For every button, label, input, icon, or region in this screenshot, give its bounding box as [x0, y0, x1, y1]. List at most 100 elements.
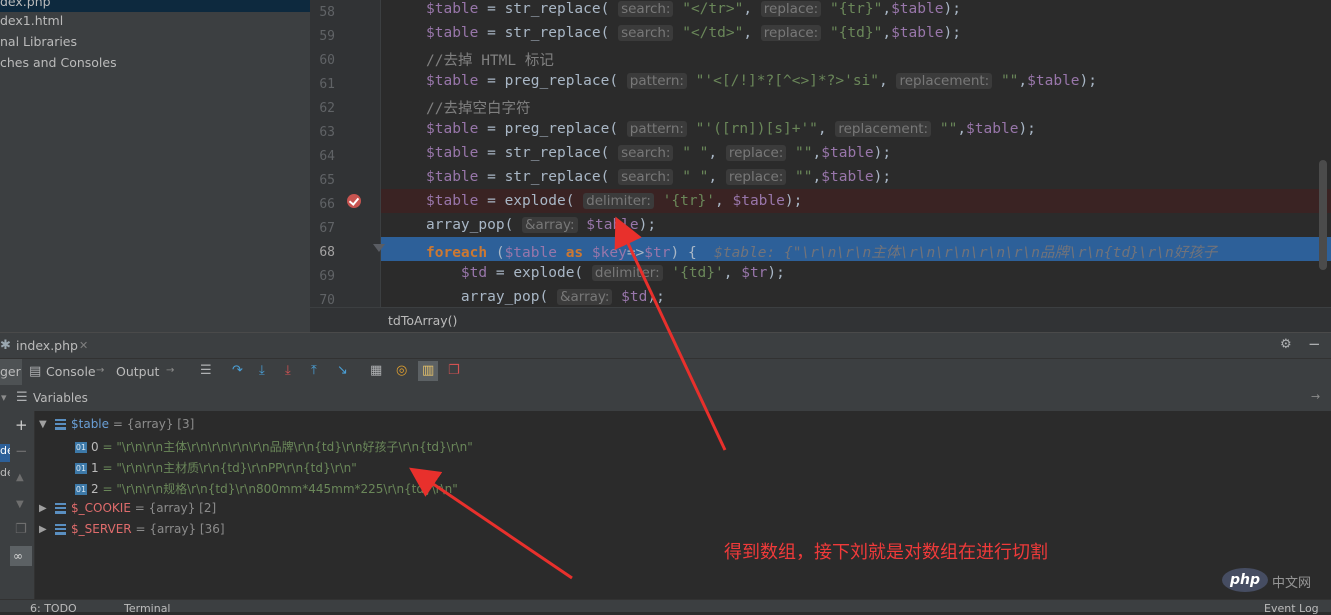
step-out-icon[interactable]: ⤒ [311, 364, 317, 378]
code-token: , [882, 1, 892, 17]
todo-tab[interactable]: 6: TODO [30, 602, 77, 615]
parameter-hint: delimiter: [591, 265, 663, 281]
code-token: $table [732, 193, 785, 209]
project-file-index1-html[interactable]: dex1.html [0, 10, 63, 31]
code-token: "{tr}" [821, 1, 883, 17]
copy-icon[interactable]: ❐ [15, 523, 27, 537]
parameter-hint: search: [618, 1, 674, 17]
code-line: $table = str_replace( search: " ", repla… [426, 169, 891, 185]
toggle-variables-button[interactable]: ▥ [418, 361, 438, 381]
array-element-row[interactable]: 01 2 = "\r\n\r\n规格\r\n{td}\r\n800mm*445mm… [75, 480, 458, 497]
element-value: = "\r\n\r\n主材质\r\n{td}\r\nPP\r\n{td}\r\n… [102, 461, 357, 475]
line-number: 67 [319, 221, 335, 236]
code-line: foreach ($table as $key=>$tr) { $table: … [426, 241, 1217, 262]
code-token: "" [931, 121, 958, 137]
element-index: 1 [91, 461, 99, 475]
expand-arrow-icon[interactable]: ▶ [39, 524, 47, 535]
code-token: $table [966, 121, 1019, 137]
code-token: , [743, 1, 761, 17]
code-token: ); [638, 217, 657, 233]
breadcrumb-function[interactable]: tdToArray() [388, 313, 457, 328]
move-down-icon[interactable]: ▼ [16, 498, 24, 512]
parameter-hint: search: [618, 25, 674, 41]
code-token: "'([rn])[s]+'" [686, 121, 818, 137]
remove-watch-icon[interactable]: − [15, 444, 28, 459]
variables-tree[interactable]: ▼ $table = {array} [3] 01 0 = "\r\n\r\n主体… [35, 411, 1331, 599]
variable-row-cookie[interactable]: $_COOKIE = {array} [2] [55, 501, 216, 515]
parameter-hint: replace: [725, 145, 787, 161]
tree-label: dex1.html [0, 13, 64, 28]
code-token: , [957, 121, 967, 137]
code-line: $table = str_replace( search: " ", repla… [426, 145, 891, 161]
close-icon[interactable]: ✕ [79, 339, 88, 353]
tab-output[interactable]: Output [116, 364, 159, 379]
code-token: //去掉空白字符 [426, 101, 531, 117]
hide-icon[interactable]: − [1308, 337, 1321, 352]
tab-console[interactable]: Console [46, 364, 96, 379]
add-watch-icon[interactable]: + [15, 418, 28, 433]
line-number: 64 [319, 149, 335, 164]
code-token: $table [504, 245, 557, 261]
event-log-tab[interactable]: Event Log [1264, 602, 1319, 615]
array-element-row[interactable]: 01 1 = "\r\n\r\n主材质\r\n{td}\r\nPP\r\n{td}… [75, 459, 357, 476]
line-number: 62 [319, 101, 335, 116]
code-token: ); [767, 265, 785, 281]
code-token: $td [612, 289, 648, 305]
show-watches-button[interactable]: ∞ [10, 546, 32, 566]
line-number: 66 [319, 197, 335, 212]
restore-layout-icon[interactable]: ❐ [448, 364, 460, 378]
gear-icon[interactable]: ⚙ [1280, 338, 1292, 352]
breadcrumb[interactable]: tdToArray() [310, 307, 1331, 333]
frames-strip: de de [0, 411, 10, 599]
code-token: , [723, 265, 742, 281]
pin-icon[interactable]: → [96, 364, 104, 378]
pin-icon[interactable]: → [166, 364, 174, 378]
pin-icon[interactable]: → [1311, 390, 1320, 404]
variable-name: $table [71, 417, 110, 431]
variable-row-server[interactable]: $_SERVER = {array} [36] [55, 522, 225, 536]
editor-scrollbar[interactable] [1319, 160, 1327, 270]
code-token: $key [591, 245, 627, 261]
watches-icon[interactable]: ◎ [396, 364, 407, 378]
code-line: $table = explode( delimiter: '{tr}', $ta… [426, 193, 802, 209]
code-token: array_pop( [426, 217, 523, 233]
line-number: 65 [319, 173, 335, 188]
step-into-icon[interactable]: ⤓ [285, 364, 291, 378]
frame-item-selected[interactable]: de [0, 444, 10, 462]
code-token: , [812, 169, 822, 185]
debug-session-tab[interactable]: index.php [16, 338, 78, 353]
variables-list-icon: ☰ [16, 390, 28, 405]
breakpoint-icon[interactable] [347, 194, 361, 208]
code-line: $table = str_replace( search: "</td>", r… [426, 25, 961, 41]
array-element-row[interactable]: 01 0 = "\r\n\r\n主体\r\n\r\n\r\n\r\n品牌\r\n{… [75, 438, 473, 455]
move-up-icon[interactable]: ▲ [16, 471, 24, 485]
code-token: $table [1027, 73, 1080, 89]
collapse-icon[interactable]: ▾ [1, 391, 7, 405]
code-editor[interactable]: $table = str_replace( search: "</tr>", r… [310, 0, 1331, 307]
expand-arrow-icon[interactable]: ▼ [39, 419, 47, 430]
parameter-hint: replacement: [835, 121, 932, 137]
project-tree-panel: dex.php dex1.html nal Libraries ches and… [0, 0, 310, 332]
variable-row-table[interactable]: $table = {array} [3] [55, 417, 194, 431]
run-to-cursor-icon[interactable]: ↘ [337, 364, 348, 378]
code-token: = str_replace( [478, 25, 619, 41]
code-token: , [812, 145, 822, 161]
evaluate-expression-icon[interactable]: ▦ [370, 364, 382, 378]
line-number: 70 [319, 293, 335, 307]
project-scratches-consoles[interactable]: ches and Consoles [0, 52, 117, 73]
code-token: ( [487, 245, 505, 261]
code-token: $table [821, 169, 874, 185]
code-line: //去掉空白字符 [426, 97, 530, 118]
code-line: array_pop( &array: $td); [426, 289, 665, 305]
element-value: = "\r\n\r\n主体\r\n\r\n\r\n\r\n品牌\r\n{td}\… [102, 440, 473, 454]
tab-debugger[interactable]: ger [0, 359, 22, 385]
terminal-tab[interactable]: Terminal [124, 602, 171, 615]
project-external-libraries[interactable]: nal Libraries [0, 31, 77, 52]
show-execution-point-icon[interactable]: ↷ [232, 364, 243, 378]
expand-arrow-icon[interactable]: ▶ [39, 503, 47, 514]
frames-icon[interactable]: ☰ [200, 364, 212, 378]
code-token: "{td}" [821, 25, 883, 41]
frame-item[interactable]: de [0, 466, 10, 484]
step-over-icon[interactable]: ⤓ [259, 364, 265, 378]
